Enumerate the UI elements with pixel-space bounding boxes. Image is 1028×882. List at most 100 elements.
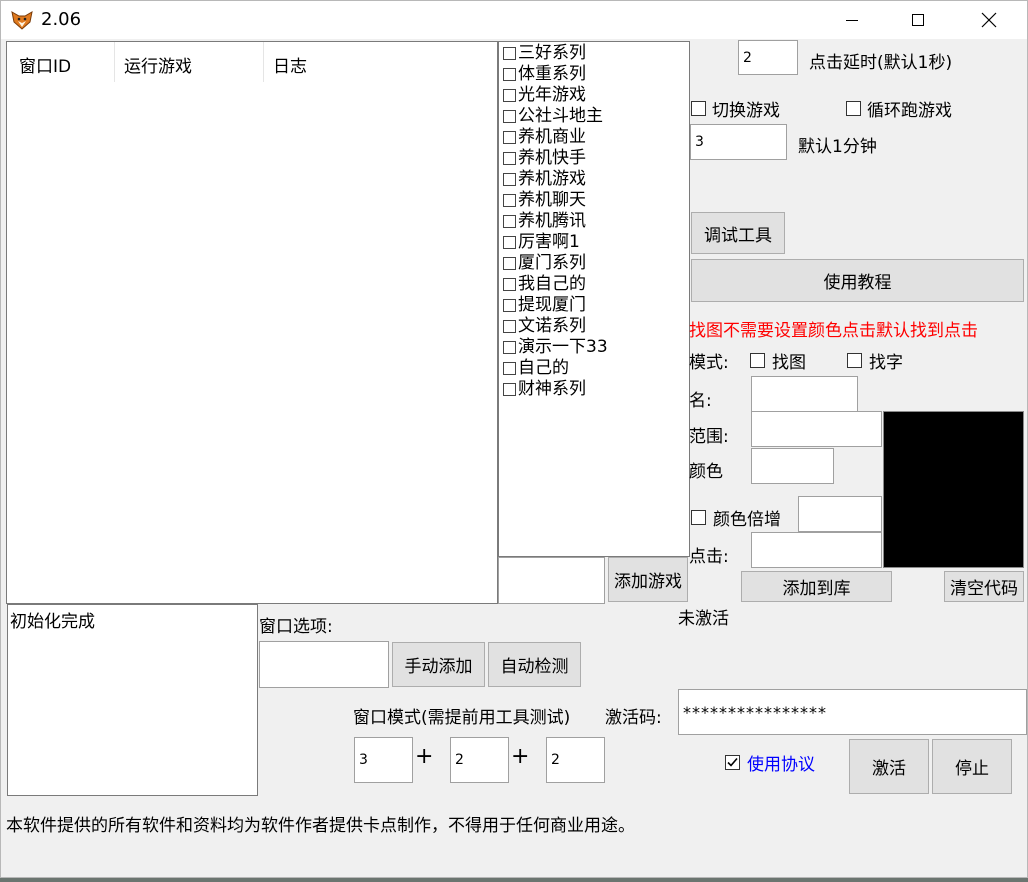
minutes-input[interactable]: 3 [690, 124, 787, 160]
close-button[interactable] [966, 1, 1012, 39]
switch-game-checkbox[interactable]: 切换游戏 [691, 96, 780, 121]
auto-detect-button[interactable]: 自动检测 [488, 642, 581, 687]
game-label: 财神系列 [518, 379, 586, 399]
game-checkbox[interactable] [503, 47, 516, 60]
color-multiply-input[interactable] [798, 496, 882, 532]
minutes-label: 默认1分钟 [798, 137, 877, 157]
checkbox-box[interactable] [847, 353, 862, 368]
game-list-item[interactable]: 自己的 [503, 358, 689, 379]
game-list-item[interactable]: 养机腾讯 [503, 211, 689, 232]
game-list-item[interactable]: 光年游戏 [503, 85, 689, 106]
game-list-item[interactable]: 我自己的 [503, 274, 689, 295]
plus-sign: + [415, 744, 434, 769]
checkbox-box[interactable] [725, 755, 740, 770]
checkbox-box[interactable] [691, 101, 706, 116]
color-label: 颜色 [689, 462, 723, 482]
game-list-item[interactable]: 体重系列 [503, 64, 689, 85]
game-list-item[interactable]: 养机聊天 [503, 190, 689, 211]
maximize-button[interactable] [895, 1, 941, 39]
color-input[interactable] [751, 448, 834, 484]
add-game-input[interactable] [498, 557, 605, 604]
column-divider [114, 42, 115, 82]
game-checkbox[interactable] [503, 89, 516, 102]
game-list-item[interactable]: 财神系列 [503, 379, 689, 400]
game-list-item[interactable]: 文诺系列 [503, 316, 689, 337]
window-list[interactable]: 窗口ID 运行游戏 日志 [6, 41, 498, 604]
checkbox-box[interactable] [750, 353, 765, 368]
game-checkbox[interactable] [503, 110, 516, 123]
activation-code-input[interactable]: **************** [678, 689, 1027, 735]
column-header-running-game[interactable]: 运行游戏 [124, 52, 192, 77]
game-checkbox[interactable] [503, 299, 516, 312]
game-label: 三好系列 [518, 43, 586, 63]
game-checkbox[interactable] [503, 320, 516, 333]
find-text-label: 找字 [869, 353, 903, 373]
game-label: 文诺系列 [518, 316, 586, 336]
game-list-item[interactable]: 公社斗地主 [503, 106, 689, 127]
game-list-item[interactable]: 三好系列 [503, 43, 689, 64]
window-mode-input-3[interactable]: 2 [546, 737, 605, 783]
window-options-label: 窗口选项: [259, 617, 333, 637]
game-checkbox[interactable] [503, 257, 516, 270]
app-window: 2.06 窗口ID 运行游戏 日志 三好系列 体重系列 光年游戏 公社斗地主 养机商业养… [0, 0, 1028, 878]
hint-text: 找图不需要设置颜色点击默认找到点击 [689, 321, 978, 341]
range-label: 范围: [689, 427, 729, 447]
stop-button[interactable]: 停止 [932, 739, 1012, 794]
game-list-item[interactable]: 养机快手 [503, 148, 689, 169]
find-image-checkbox[interactable]: 找图 [750, 348, 806, 373]
game-label: 光年游戏 [518, 85, 586, 105]
color-multiply-checkbox[interactable]: 颜色倍增 [691, 505, 781, 530]
activation-code-label: 激活码: [605, 708, 662, 728]
game-checkbox[interactable] [503, 194, 516, 207]
game-list-item[interactable]: 厉害啊1 [503, 232, 689, 253]
game-list-item[interactable]: 养机游戏 [503, 169, 689, 190]
game-checkbox[interactable] [503, 383, 516, 396]
game-label: 养机商业 [518, 127, 586, 147]
find-text-checkbox[interactable]: 找字 [847, 348, 903, 373]
game-checkbox[interactable] [503, 236, 516, 249]
game-checkbox[interactable] [503, 68, 516, 81]
window-mode-input-2[interactable]: 2 [450, 737, 509, 783]
activate-button[interactable]: 激活 [849, 739, 929, 794]
window-options-input[interactable] [259, 641, 389, 688]
plus-sign: + [511, 744, 530, 769]
click-delay-input[interactable]: 2 [738, 40, 798, 75]
game-checkbox[interactable] [503, 131, 516, 144]
agreement-link[interactable]: 使用协议 [747, 750, 815, 775]
column-header-log[interactable]: 日志 [273, 52, 307, 77]
window-mode-input-1[interactable]: 3 [354, 737, 413, 783]
game-list-item[interactable]: 养机商业 [503, 127, 689, 148]
clear-code-button[interactable]: 清空代码 [944, 571, 1024, 602]
minimize-button[interactable] [829, 1, 875, 39]
add-to-library-button[interactable]: 添加到库 [741, 571, 892, 602]
game-list-item[interactable]: 厦门系列 [503, 253, 689, 274]
add-game-button[interactable]: 添加游戏 [608, 557, 688, 602]
game-checkbox[interactable] [503, 278, 516, 291]
range-input[interactable] [751, 411, 882, 447]
click-input[interactable] [751, 532, 882, 568]
game-checklist[interactable]: 三好系列 体重系列 光年游戏 公社斗地主 养机商业 养机快手 养机游戏 养机聊天 养机腾讯 厉害啊… [498, 41, 690, 557]
game-label: 体重系列 [518, 64, 586, 84]
checkbox-box[interactable] [691, 510, 706, 525]
game-checkbox[interactable] [503, 215, 516, 228]
game-checkbox[interactable] [503, 341, 516, 354]
game-checkbox[interactable] [503, 173, 516, 186]
log-textbox[interactable]: 初始化完成 [7, 604, 258, 796]
column-header-window-id[interactable]: 窗口ID [19, 52, 71, 77]
loop-game-checkbox[interactable]: 循环跑游戏 [846, 96, 952, 121]
game-checkbox[interactable] [503, 362, 516, 375]
game-list-item[interactable]: 提现厦门 [503, 295, 689, 316]
tutorial-button[interactable]: 使用教程 [691, 259, 1024, 302]
loop-game-label: 循环跑游戏 [867, 101, 952, 121]
fox-app-icon [11, 10, 33, 30]
game-checkbox[interactable] [503, 152, 516, 165]
game-list-item[interactable]: 演示一下33 [503, 337, 689, 358]
checkmark-icon [727, 757, 738, 767]
checkbox-box[interactable] [846, 101, 861, 116]
agreement-checkbox[interactable]: 使用协议 [725, 750, 815, 775]
game-label: 养机游戏 [518, 169, 586, 189]
debug-tools-button[interactable]: 调试工具 [691, 212, 785, 254]
name-input[interactable] [751, 376, 858, 412]
manual-add-button[interactable]: 手动添加 [392, 642, 485, 687]
close-icon [981, 12, 997, 28]
